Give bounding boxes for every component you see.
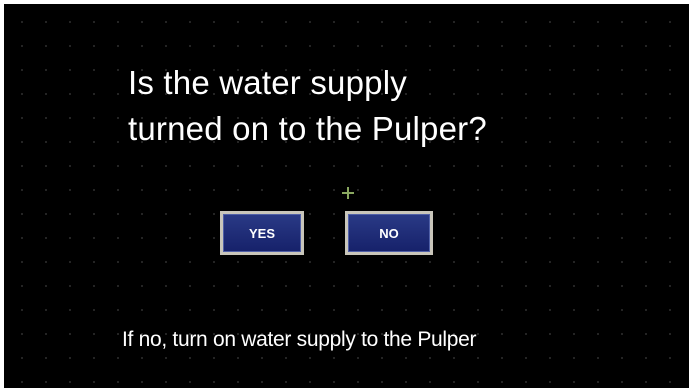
no-button-label: NO [379, 225, 399, 241]
no-button[interactable]: NO [345, 211, 433, 255]
crosshair-cursor-icon [342, 187, 354, 199]
instruction-text: If no, turn on water supply to the Pulpe… [122, 328, 477, 351]
question-line-2: turned on to the Pulper? [128, 110, 487, 147]
yes-button-label: YES [248, 225, 275, 241]
question-prompt: Is the water supply turned on to the Pul… [128, 60, 648, 152]
question-line-1: Is the water supply [128, 64, 407, 101]
hmi-screen: Is the water supply turned on to the Pul… [4, 4, 689, 388]
yes-button[interactable]: YES [220, 211, 304, 255]
